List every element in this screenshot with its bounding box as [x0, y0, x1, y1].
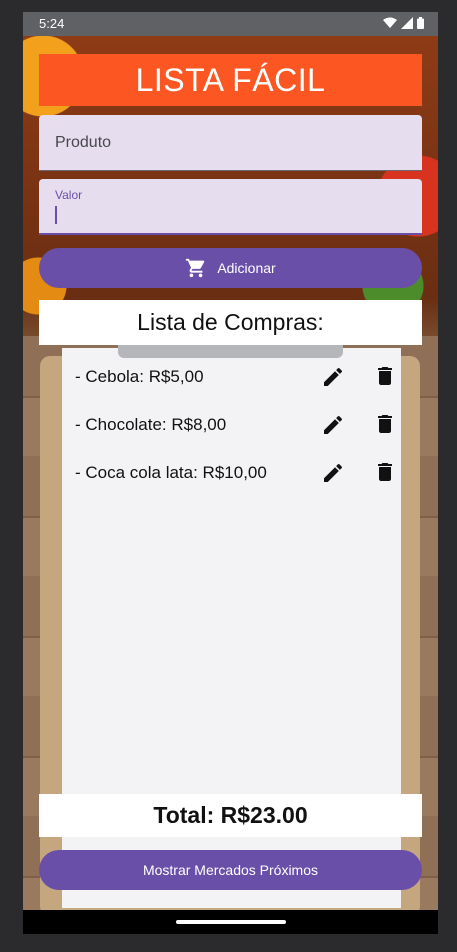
pencil-icon[interactable]	[321, 413, 345, 437]
trash-icon[interactable]	[373, 364, 397, 388]
list-item: - Chocolate: R$8,00	[75, 410, 405, 440]
list-item-label: - Cebola: R$5,00	[75, 367, 204, 386]
pencil-icon[interactable]	[321, 365, 345, 389]
valor-label: Valor	[55, 188, 83, 202]
produto-placeholder: Produto	[55, 134, 112, 151]
list-item: - Cebola: R$5,00	[75, 362, 405, 392]
add-button-label: Adicionar	[217, 260, 276, 276]
text-cursor	[55, 206, 57, 224]
status-icons	[383, 17, 424, 29]
pencil-icon[interactable]	[321, 461, 345, 485]
produto-field[interactable]: Produto	[39, 115, 422, 171]
navigation-bar	[23, 910, 438, 934]
signal-icon	[401, 17, 413, 29]
wifi-icon	[383, 17, 397, 28]
shopping-cart-icon	[186, 258, 205, 278]
device-frame-bottom	[0, 934, 457, 952]
list-item-label: - Coca cola lata: R$10,00	[75, 463, 267, 482]
show-markets-label: Mostrar Mercados Próximos	[142, 862, 319, 878]
trash-icon[interactable]	[373, 460, 397, 484]
list-title: Lista de Compras:	[39, 300, 422, 345]
app-title: LISTA FÁCIL	[135, 61, 326, 98]
status-time: 5:24	[39, 16, 65, 31]
show-markets-button[interactable]: Mostrar Mercados Próximos	[39, 850, 422, 890]
device-frame-top	[0, 0, 457, 12]
home-gesture-handle[interactable]	[176, 920, 286, 924]
list-item: - Coca cola lata: R$10,00	[75, 458, 405, 488]
app-screen: LISTA FÁCIL Produto Valor Adicionar List…	[23, 36, 438, 910]
status-bar: 5:24	[23, 12, 438, 36]
add-button[interactable]: Adicionar	[39, 248, 422, 288]
battery-icon	[417, 17, 424, 29]
trash-icon[interactable]	[373, 412, 397, 436]
total-display: Total: R$23.00	[39, 794, 422, 837]
list-item-label: - Chocolate: R$8,00	[75, 415, 227, 434]
valor-field[interactable]: Valor	[39, 179, 422, 235]
app-header: LISTA FÁCIL	[39, 54, 422, 106]
